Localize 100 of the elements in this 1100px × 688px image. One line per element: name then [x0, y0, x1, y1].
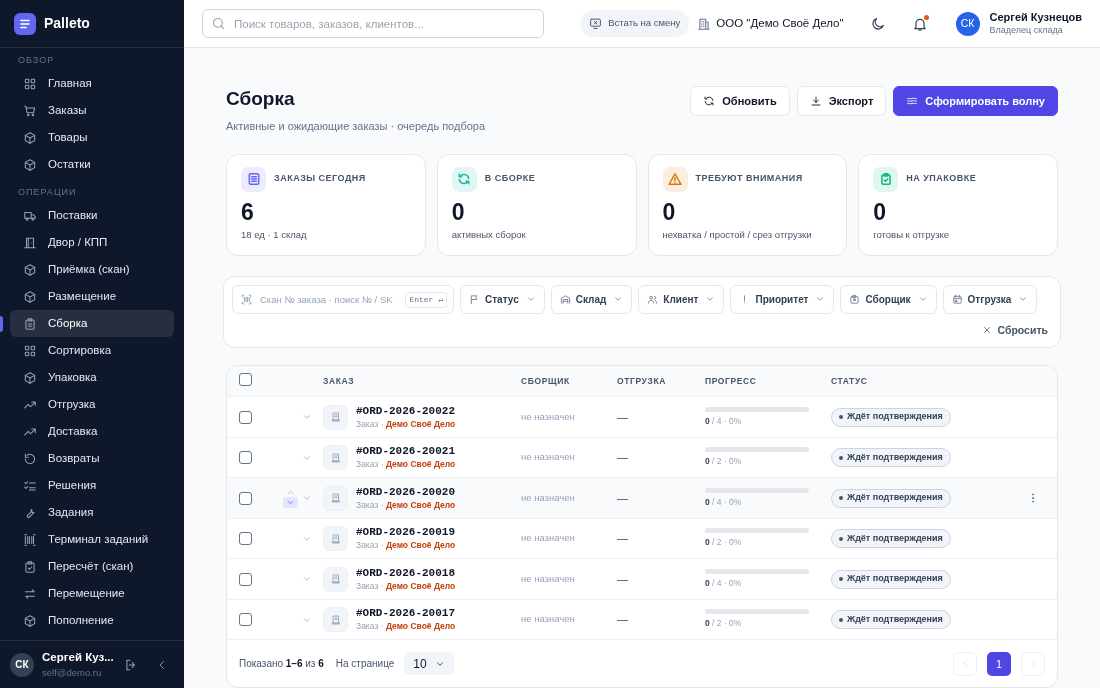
- nav-item[interactable]: Поставки: [10, 202, 174, 229]
- nav-item[interactable]: Заказы: [10, 97, 174, 124]
- cart-icon: [23, 103, 37, 118]
- nav-item[interactable]: Товары: [10, 124, 174, 151]
- cube-icon: [23, 370, 37, 385]
- nav-item[interactable]: Сборка: [10, 310, 174, 337]
- nav-item[interactable]: Остатки: [10, 151, 174, 178]
- building-icon: [697, 16, 712, 31]
- nav-item[interactable]: Перемещение: [10, 580, 174, 607]
- barcode-scan-icon: [240, 292, 253, 306]
- filter-dropdown[interactable]: Склад: [550, 284, 633, 314]
- order-number[interactable]: #ORD-2026-20022: [356, 403, 456, 418]
- users-icon: [647, 293, 659, 305]
- stat-note: готовы к отгрузке: [873, 227, 951, 242]
- status-badge: Ждёт подтверждения: [831, 407, 951, 427]
- client-name: Демо Своё Дело: [385, 459, 456, 470]
- checkbox[interactable]: [239, 451, 252, 464]
- nav-item[interactable]: Решения: [10, 472, 174, 499]
- filter-dropdown[interactable]: Сборщик: [840, 284, 937, 314]
- grid-icon: [23, 343, 37, 358]
- stat-note: 18 ед · 1 склад: [241, 227, 308, 242]
- order-number[interactable]: #ORD-2026-20020: [356, 484, 456, 499]
- shift-button[interactable]: Встать на смену: [580, 10, 690, 37]
- document-icon: [329, 492, 342, 504]
- nav-item[interactable]: Отгрузка: [10, 391, 174, 418]
- order-number[interactable]: #ORD-2026-20019: [356, 525, 456, 540]
- order-type: Заказ ·: [356, 621, 384, 632]
- order-number[interactable]: #ORD-2026-20017: [356, 606, 456, 621]
- order-type: Заказ ·: [356, 459, 384, 470]
- filter-dropdown[interactable]: Отгрузка: [942, 284, 1038, 314]
- nav-item[interactable]: Терминал заданий: [10, 526, 174, 553]
- order-number[interactable]: #ORD-2026-20018: [356, 565, 456, 580]
- refresh-icon: [457, 172, 472, 186]
- filter-dropdown[interactable]: Клиент: [638, 284, 725, 314]
- nav-item[interactable]: Задания: [10, 499, 174, 526]
- search-field[interactable]: Поиск товаров, заказов, клиентов...: [202, 9, 544, 38]
- avatar: СК: [955, 11, 980, 36]
- per-page-select[interactable]: 10: [404, 652, 454, 676]
- cube-icon: [23, 289, 37, 304]
- toolbar-button[interactable]: Обновить: [690, 86, 790, 116]
- progress-text: 0 / 2 · 0%: [705, 455, 743, 468]
- primary-button[interactable]: Сформировать волну: [893, 86, 1058, 116]
- nav-item[interactable]: Доставка: [10, 418, 174, 445]
- grid-icon: [23, 76, 37, 91]
- filter-dropdown[interactable]: Приоритет: [730, 284, 835, 314]
- order-type: Заказ ·: [356, 418, 384, 429]
- nav-item[interactable]: Главная: [10, 70, 174, 97]
- document-icon: [329, 411, 342, 423]
- nav-item[interactable]: Пересчёт (скан): [10, 553, 174, 580]
- stat-value: 0: [662, 197, 677, 226]
- page-title: Сборка: [226, 87, 296, 111]
- document-icon: [329, 613, 342, 626]
- column-header: СТАТУС: [831, 374, 868, 388]
- status-badge: Ждёт подтверждения: [831, 488, 951, 508]
- cube-icon: [23, 130, 37, 145]
- checkbox[interactable]: [239, 613, 252, 626]
- nav-item[interactable]: Пополнение: [10, 607, 174, 634]
- nav-item[interactable]: Возвраты: [10, 445, 174, 472]
- checkbox[interactable]: [239, 410, 252, 424]
- moon-icon[interactable]: [869, 15, 886, 32]
- logo-icon: [14, 12, 36, 35]
- cube-icon: [23, 157, 37, 172]
- nav-item[interactable]: Размещение: [10, 283, 174, 310]
- progress-text: 0 / 4 · 0%: [705, 414, 743, 428]
- picker-cell: не назначен: [521, 531, 575, 546]
- logout-icon[interactable]: [124, 657, 138, 672]
- checkbox[interactable]: [239, 572, 252, 586]
- nav-item[interactable]: Приёмка (скан): [10, 256, 174, 283]
- chevron-down-icon: [525, 294, 536, 304]
- nav-item[interactable]: Упаковка: [10, 364, 174, 391]
- stat-label: ЗАКАЗЫ СЕГОДНЯ: [274, 172, 366, 186]
- chevron-down-icon: [1018, 294, 1029, 304]
- shipment-cell-text: —: [617, 531, 628, 547]
- page-subtitle: Активные и ожидающие заказы · очередь подбора: [226, 119, 486, 134]
- shipment-cell-text: —: [617, 612, 628, 628]
- checkbox[interactable]: [239, 373, 252, 387]
- barcode-icon: [23, 532, 37, 547]
- company-selector[interactable]: ООО "Демо Своё Дело": [697, 14, 844, 33]
- order-number[interactable]: #ORD-2026-20021: [356, 444, 456, 459]
- section-label: ОПЕРАЦИИ: [17, 186, 78, 198]
- page-button[interactable]: 1: [987, 651, 1011, 676]
- reset-button[interactable]: Сбросить: [982, 322, 1052, 339]
- cube-icon: [23, 262, 37, 277]
- nav-item[interactable]: Сортировка: [10, 337, 174, 364]
- picker-cell-text: не назначен: [521, 409, 575, 424]
- checkbox[interactable]: [239, 532, 252, 545]
- stat-label: В СБОРКЕ: [484, 172, 536, 186]
- toolbar-button[interactable]: Экспорт: [796, 86, 887, 116]
- table-row[interactable]: #ORD-2026-20020 Заказ · Демо Своё Дело не назначен — 0 / 4 · 0% Ждёт подтверждения: [227, 478, 1057, 519]
- picker-cell-text: не назначен: [521, 571, 575, 586]
- nav-item[interactable]: Двор / КПП: [10, 229, 174, 256]
- filter-dropdown[interactable]: Статус: [460, 284, 545, 314]
- stat-label: ТРЕБУЮТ ВНИМАНИЯ: [695, 172, 803, 186]
- flag-icon: [469, 293, 480, 305]
- picker-cell: не назначен: [521, 450, 575, 465]
- column-header: ПРОГРЕСС: [705, 374, 757, 388]
- checkbox[interactable]: [239, 491, 252, 505]
- shipment-cell-text: —: [617, 571, 628, 587]
- status-badge: Ждёт подтверждения: [831, 448, 951, 467]
- column-header: ОТГРУЗКА: [617, 374, 666, 388]
